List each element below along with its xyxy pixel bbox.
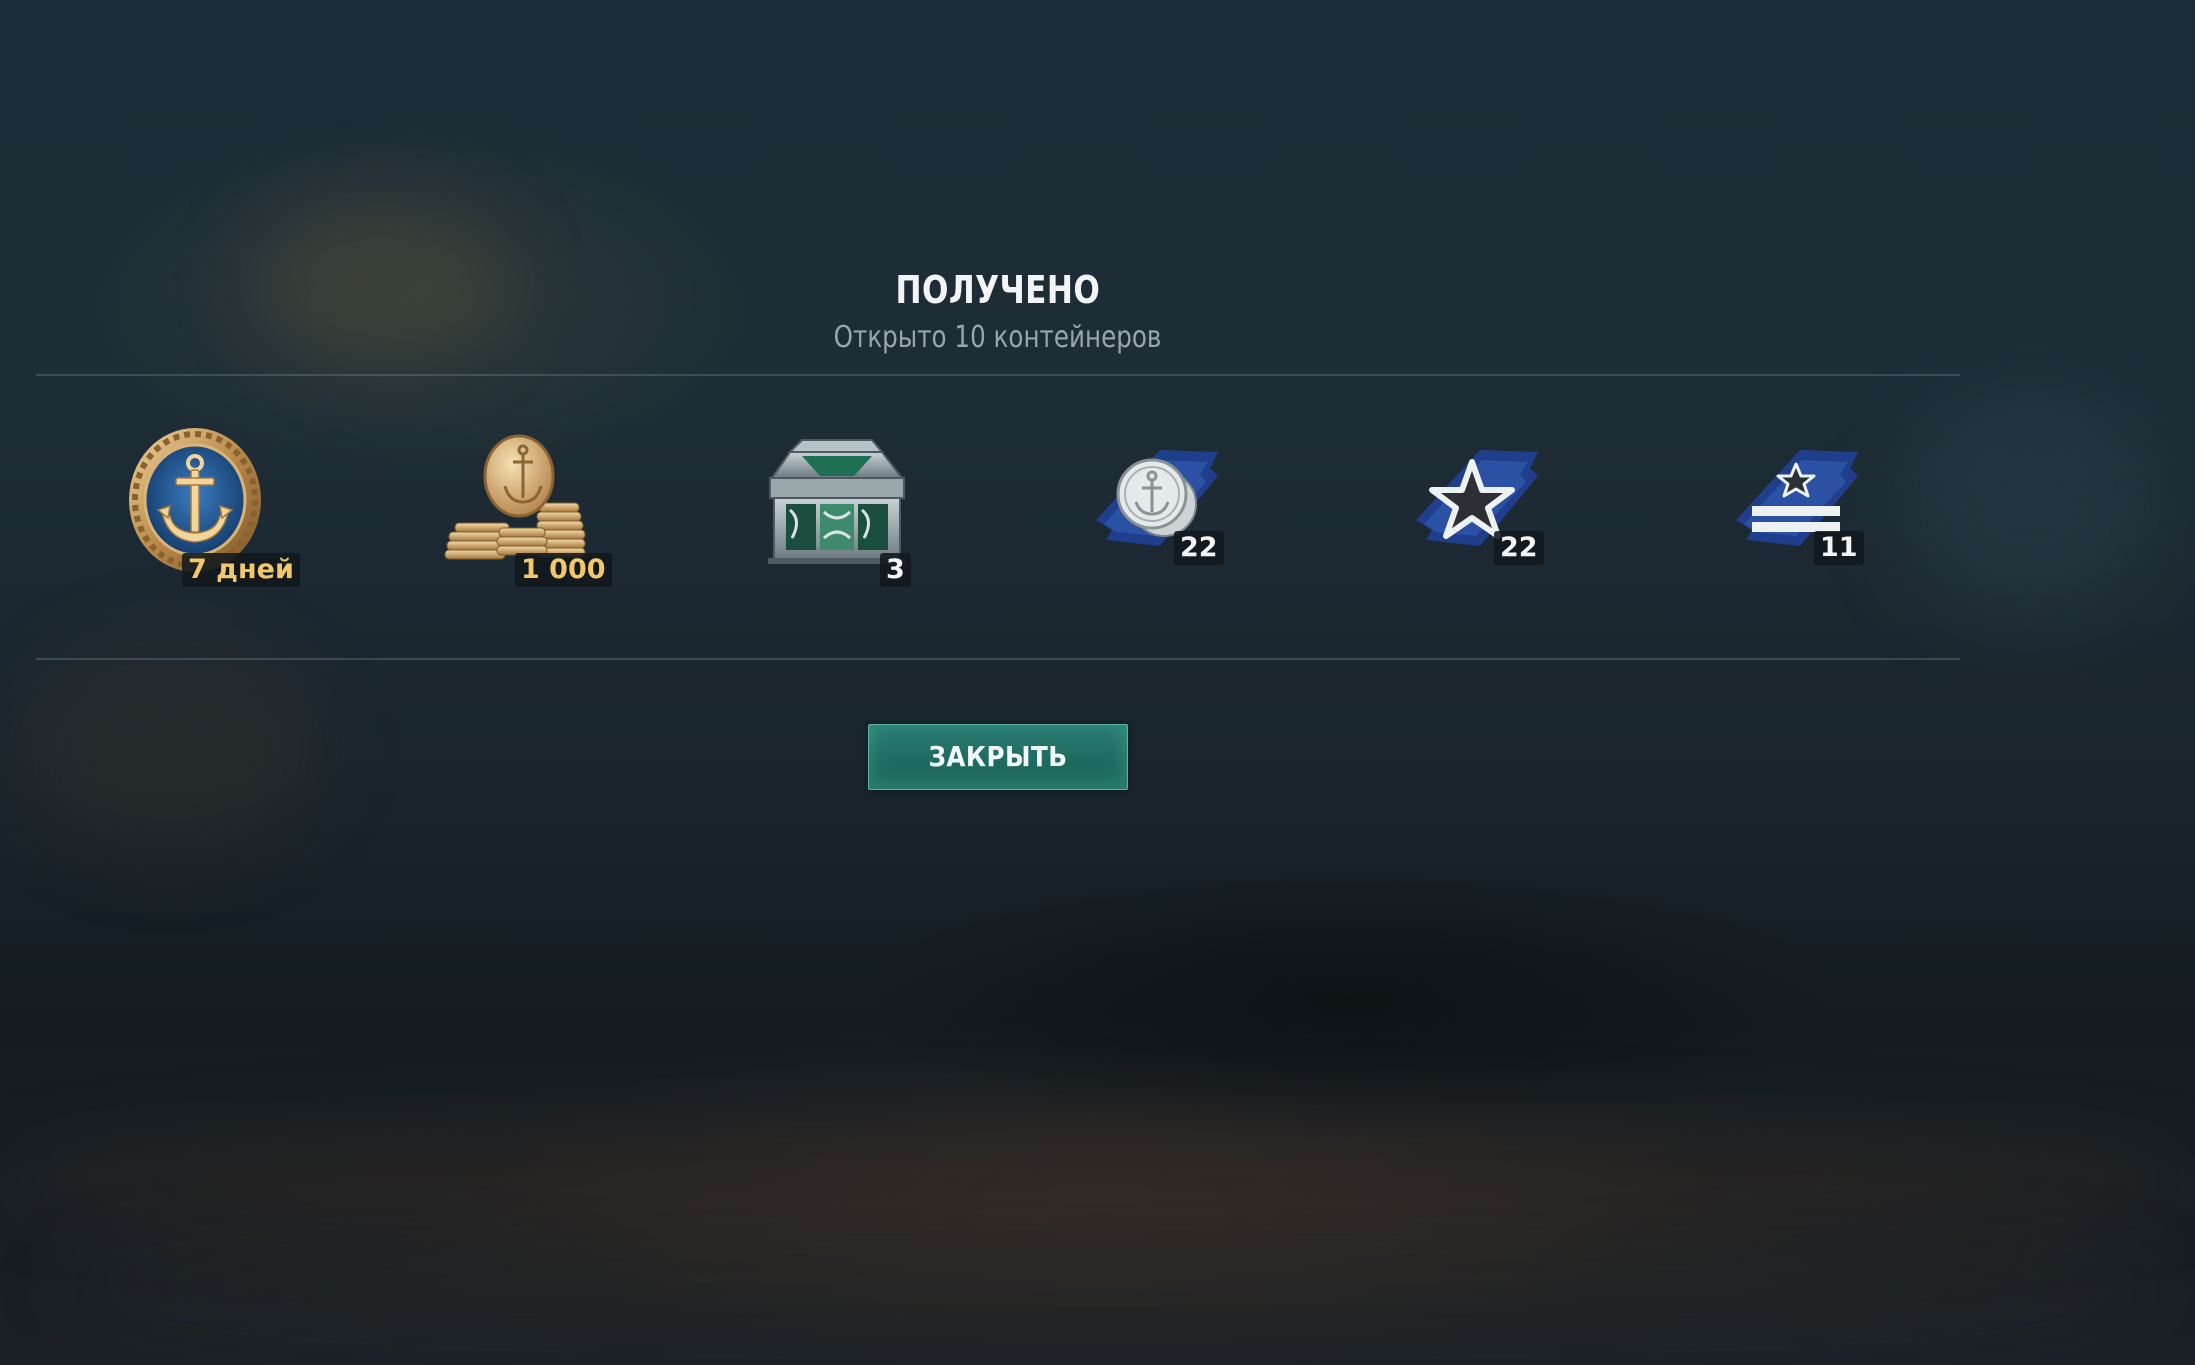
reward-item[interactable]: 22 (1090, 420, 1290, 600)
top-divider (36, 374, 1960, 376)
dialog-subtitle: Открыто 10 контейнеров (833, 320, 1162, 355)
rewards-dialog: ПОЛУЧЕНО Открыто 10 контейнеров 7 дней 1… (0, 0, 2195, 1365)
reward-badge: 7 дней (182, 553, 300, 587)
reward-badge: 3 (880, 553, 911, 587)
bottom-divider (36, 658, 1960, 660)
rewards-list: 7 дней 1 000 3 22 22 11 (0, 420, 1995, 600)
reward-item[interactable]: 11 (1730, 420, 1930, 600)
reward-item[interactable]: 22 (1410, 420, 1610, 600)
reward-badge: 1 000 (515, 553, 612, 587)
reward-badge: 22 (1174, 531, 1224, 565)
reward-item[interactable]: 7 дней (120, 420, 320, 600)
reward-item[interactable]: 1 000 (437, 420, 637, 600)
dialog-header: ПОЛУЧЕНО Открыто 10 контейнеров (0, 268, 1995, 355)
reward-badge: 22 (1494, 531, 1544, 565)
reward-badge: 11 (1814, 531, 1864, 565)
reward-item[interactable]: 3 (762, 420, 962, 600)
close-button[interactable]: ЗАКРЫТЬ (868, 724, 1128, 790)
dialog-title: ПОЛУЧЕНО (895, 268, 1100, 312)
close-button-label: ЗАКРЫТЬ (928, 740, 1068, 773)
